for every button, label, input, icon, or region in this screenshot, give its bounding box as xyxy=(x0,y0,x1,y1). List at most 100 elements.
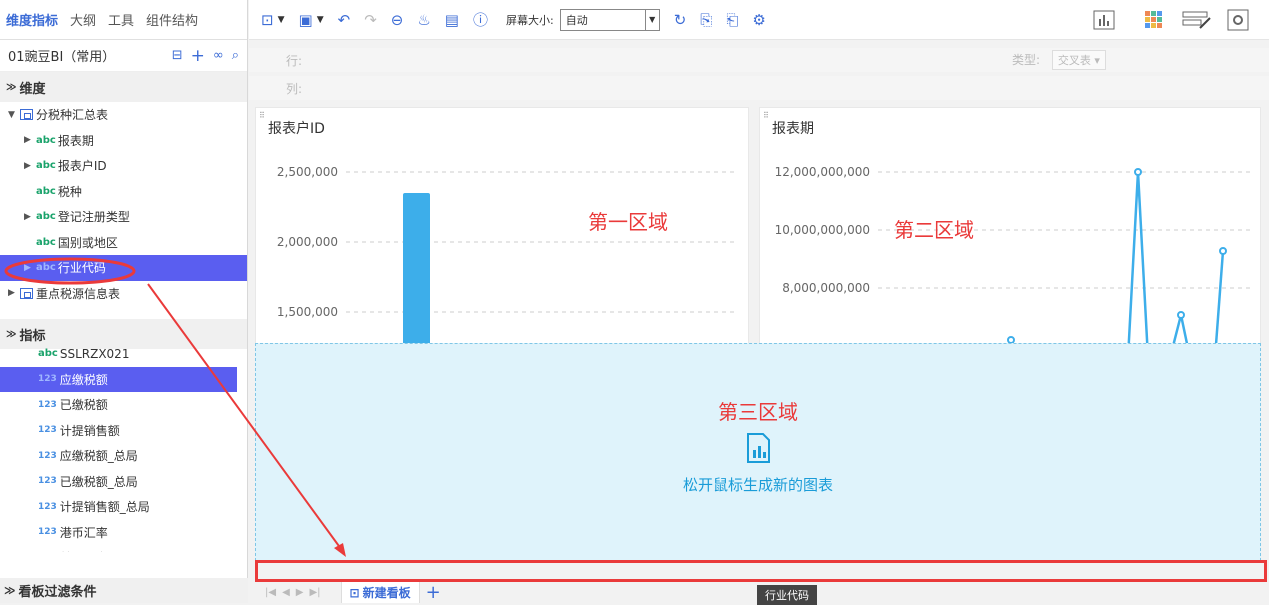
tree-item[interactable]: ▶ abc 登记注册类型 xyxy=(0,204,247,230)
add-board-icon[interactable]: + xyxy=(426,582,441,603)
number-field-icon: 123 xyxy=(38,425,57,436)
first-page-icon[interactable]: |◀ xyxy=(265,587,276,598)
document-icon[interactable]: ▤ xyxy=(445,11,459,29)
text-field-icon: abc xyxy=(36,134,56,146)
dimension-section-header[interactable]: ≫ 维度 xyxy=(0,72,247,102)
tree-item-label: 报表户ID xyxy=(57,159,107,174)
row-shelf[interactable]: 行: xyxy=(249,48,1269,72)
tree-item-label: 税种 xyxy=(57,184,82,199)
metric-tree: abc SSLRZX021 123 应缴税额 123 已缴税额 123 计提销售额 123 应缴税… xyxy=(0,341,237,552)
dimension-section-title: 维度 xyxy=(19,81,46,97)
last-page-icon[interactable]: ▶| xyxy=(309,587,320,598)
chevron-right-icon[interactable]: ▶ xyxy=(24,135,36,145)
tree-item-label: 已缴税额 xyxy=(59,398,108,413)
data-point xyxy=(1219,247,1227,255)
tree-item[interactable]: 123 应缴税额 xyxy=(0,366,237,392)
text-field-icon: abc xyxy=(36,160,56,172)
link-icon[interactable]: ∞ xyxy=(213,48,224,63)
link-icon[interactable]: ⊖ xyxy=(391,11,404,29)
tree-item[interactable]: abc SSLRZX021 xyxy=(0,341,237,367)
chart-type-select[interactable]: 交叉表 ▾ xyxy=(1051,50,1106,70)
chevron-right-icon[interactable]: ▶ xyxy=(24,161,36,171)
left-tabs: 维度指标 大纲 工具 组件结构 xyxy=(0,0,247,40)
prev-page-icon[interactable]: ◀ xyxy=(282,587,290,598)
redo-icon[interactable]: ↷ xyxy=(364,11,377,29)
chevron-down-icon: ≫ xyxy=(6,81,17,93)
add-icon[interactable]: + xyxy=(191,46,205,66)
drop-zone-message: 松开鼠标生成新的图表 xyxy=(682,476,833,494)
tab-component-structure[interactable]: 组件结构 xyxy=(146,10,198,29)
annotation-region-one: 第一区域 xyxy=(588,210,668,234)
board-tab[interactable]: ⊡ 新建看板 xyxy=(340,582,420,603)
tree-item[interactable]: 123 已缴税额_总局 xyxy=(0,469,237,495)
screen-size-select[interactable]: 自动 ▼ xyxy=(559,8,660,31)
tree-item[interactable]: 123 计提销售额_总局 xyxy=(0,494,237,520)
tree-item-label: 港币汇率 xyxy=(59,525,108,540)
chevron-right-icon[interactable]: ▶ xyxy=(24,212,36,222)
filter-section-title: 看板过滤条件 xyxy=(18,585,97,600)
new-component-icon[interactable]: ⊡ xyxy=(261,11,274,29)
column-shelf[interactable]: 列: xyxy=(249,76,1269,100)
number-field-icon: 123 xyxy=(38,527,57,538)
info-icon[interactable]: ⓘ xyxy=(473,9,488,30)
column-shelf-label: 列: xyxy=(286,81,303,96)
tab-dimension-metric[interactable]: 维度指标 xyxy=(6,10,58,29)
tree-item[interactable]: ▶ abc 行业代码 xyxy=(0,255,247,281)
datasource-row[interactable]: 01豌豆BI（常用） ⊟ + ∞ ⌕ xyxy=(0,40,247,72)
tree-item[interactable]: ▶ abc 报表户ID xyxy=(0,153,247,179)
alert-icon[interactable]: ♨ xyxy=(417,11,430,29)
chevron-right-icon[interactable]: ▶ xyxy=(24,263,36,273)
next-page-icon[interactable]: ▶ xyxy=(296,587,304,598)
chevron-right-icon[interactable]: ▶ xyxy=(8,288,20,298)
tree-item-label: SSLRZX021 xyxy=(59,346,130,361)
tree-item[interactable]: abc 国别或地区 xyxy=(0,230,247,256)
data-point xyxy=(1177,311,1185,319)
series-line xyxy=(1127,171,1149,348)
datasource-title: 01豌豆BI（常用） xyxy=(8,50,116,65)
bar xyxy=(403,193,430,348)
chevron-down-icon[interactable]: ▼ xyxy=(8,110,20,120)
chart-type-selector[interactable]: 类型: 交叉表 ▾ xyxy=(1012,50,1106,70)
copy-icon[interactable]: ⎗ xyxy=(726,11,738,29)
chart-view-icon[interactable] xyxy=(1092,8,1116,32)
save-icon[interactable]: ▣ xyxy=(299,11,313,29)
refresh-icon[interactable]: ↻ xyxy=(674,11,687,29)
text-field-icon: abc xyxy=(36,262,56,274)
chart-add-icon xyxy=(256,432,1260,467)
tree-item[interactable]: 123 已缴税额 xyxy=(0,392,237,418)
hide-panel-icon[interactable] xyxy=(1181,8,1213,32)
chevron-down-icon: ▼ xyxy=(644,9,659,30)
y-tick-label: 12,000,000,000 xyxy=(775,165,870,179)
screen-size-value: 自动 xyxy=(565,13,588,27)
tree-item-label: 国别或地区 xyxy=(57,235,118,250)
chart-report-household-id[interactable]: ⠿ 报表户ID 2,500,000 2,000,000 1,500,000 第一区域 xyxy=(255,107,749,348)
tree-item[interactable]: ▶ 重点税源信息表 xyxy=(0,281,247,307)
tree-toggle-icon[interactable]: ⊟ xyxy=(172,48,183,63)
search-icon[interactable]: ⌕ xyxy=(232,48,239,63)
grid-layout-icon[interactable] xyxy=(1142,8,1166,32)
chart-report-period[interactable]: ⠿ 报表期 12,000,000,000 10,000,000,000 8,000,… xyxy=(759,107,1261,348)
settings-doc-icon[interactable]: ⚙ xyxy=(752,11,765,29)
tree-item[interactable]: 123 计提销售额 xyxy=(0,418,237,444)
filter-section-header[interactable]: ≫ 看板过滤条件 xyxy=(0,578,248,603)
tree-item[interactable]: ▼ 分税种汇总表 xyxy=(0,102,247,128)
tab-tools[interactable]: 工具 xyxy=(108,10,134,29)
chevron-down-icon[interactable]: ▼ xyxy=(278,15,285,25)
tree-item-label: 计提销售额 xyxy=(59,423,120,438)
tree-item[interactable]: abc 税种 xyxy=(0,179,247,205)
chevron-down-icon[interactable]: ▼ xyxy=(317,15,324,25)
tree-item[interactable]: 123 港币汇率 xyxy=(0,520,237,546)
undo-icon[interactable]: ↶ xyxy=(338,11,351,29)
tab-outline[interactable]: 大纲 xyxy=(70,10,96,29)
tree-item[interactable]: 123 应缴税额_总局 xyxy=(0,443,237,469)
tree-item[interactable]: 123美元汇率 xyxy=(0,545,237,552)
settings-icon[interactable] xyxy=(1226,8,1250,32)
chart-type-label: 类型: xyxy=(1012,53,1041,67)
export-icon[interactable]: ⎘ xyxy=(700,11,712,29)
annotation-region-two: 第二区域 xyxy=(894,218,974,242)
new-chart-drop-zone[interactable]: 第三区域 松开鼠标生成新的图表 xyxy=(255,343,1261,561)
bar-chart-svg: 2,500,000 2,000,000 1,500,000 xyxy=(277,165,736,348)
tree-item-label: 重点税源信息表 xyxy=(36,286,121,301)
tree-item-label: 行业代码 xyxy=(57,261,106,276)
tree-item[interactable]: ▶ abc 报表期 xyxy=(0,128,247,154)
